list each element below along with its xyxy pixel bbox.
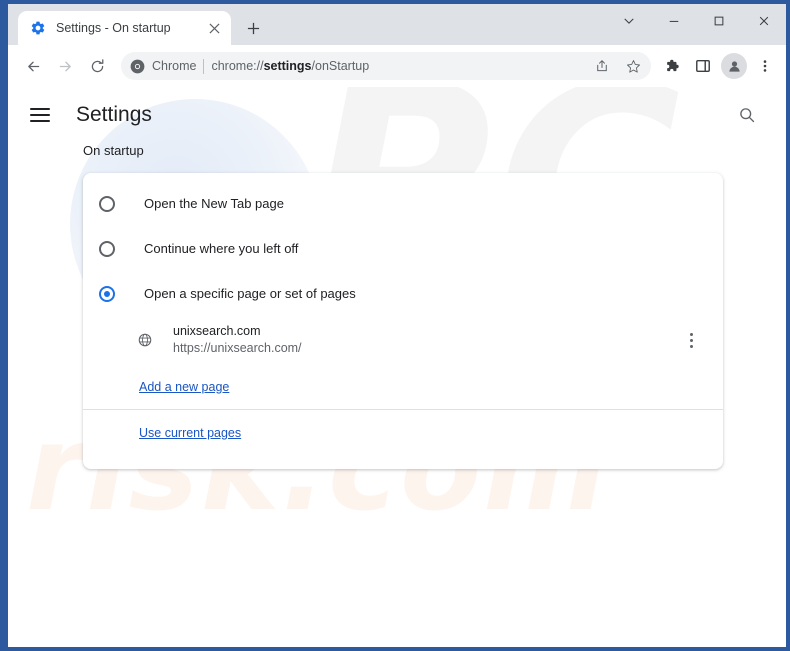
chrome-logo-icon [130,59,145,73]
startup-page-text: unixsearch.com https://unixsearch.com/ [173,323,681,357]
side-panel-button[interactable] [689,52,717,80]
startup-option-new-tab[interactable]: Open the New Tab page [83,181,723,226]
settings-search-button[interactable] [734,102,760,128]
use-current-pages-link[interactable]: Use current pages [139,426,241,440]
settings-header: Settings [8,87,786,143]
gear-icon [31,21,45,35]
side-panel-icon [696,59,710,73]
bookmark-button[interactable] [621,54,645,78]
url-highlight: settings [263,59,312,73]
use-current-pages-row[interactable]: Use current pages [83,410,723,455]
extensions-button[interactable] [659,52,687,80]
star-icon [626,59,640,73]
search-icon [740,108,755,123]
kebab-menu-icon [763,60,767,72]
tab-title: Settings - On startup [56,21,171,35]
back-button[interactable] [18,51,48,81]
add-new-page-link[interactable]: Add a new page [139,380,229,394]
omnibox-chrome-label: Chrome [152,59,197,73]
startup-option-specific-pages[interactable]: Open a specific page or set of pages [83,271,723,316]
startup-page-name: unixsearch.com [173,324,261,338]
omnibox-url: chrome://settings/onStartup [211,59,583,73]
chevron-down-icon [623,18,634,24]
close-icon [759,16,768,26]
startup-option-label: Open a specific page or set of pages [144,286,356,301]
profile-avatar[interactable] [721,53,747,79]
plus-icon [247,22,259,34]
url-prefix: chrome:// [211,59,264,73]
radio-button[interactable] [99,195,115,212]
arrow-right-icon [59,61,71,71]
browser-tab-settings[interactable]: Settings - On startup [18,11,231,45]
settings-content: On startup Open the New Tab page Continu… [8,143,786,469]
maximize-icon [714,16,723,26]
radio-button-selected[interactable] [99,285,115,302]
omnibox-separator [203,58,205,74]
forward-button[interactable] [50,51,80,81]
browser-window-content: Settings - On startup Chrome chrome://se… [8,4,786,647]
minimize-button[interactable] [651,4,696,38]
maximize-button[interactable] [696,4,741,38]
startup-option-label: Open the New Tab page [144,196,284,211]
share-button[interactable] [590,54,614,78]
startup-page-menu-button[interactable] [681,330,701,350]
startup-option-label: Continue where you left off [144,241,299,256]
browser-window: Settings - On startup Chrome chrome://se… [0,0,790,651]
tab-close-icon[interactable] [205,19,223,37]
new-tab-button[interactable] [239,14,267,42]
radio-button[interactable] [99,240,115,257]
card-bottom-padding [83,455,723,469]
reload-button[interactable] [82,51,112,81]
on-startup-card: Open the New Tab page Continue where you… [83,173,723,469]
person-icon [728,60,740,72]
close-window-button[interactable] [741,4,786,38]
section-label-on-startup: On startup [83,143,144,158]
startup-page-url: https://unixsearch.com/ [173,341,302,355]
tab-search-button[interactable] [606,4,651,38]
window-controls [606,4,786,38]
page-title: Settings [76,103,152,126]
arrow-left-icon [27,61,39,71]
close-icon [208,22,220,34]
add-new-page-row[interactable]: Add a new page [83,364,723,409]
share-icon [597,60,607,72]
startup-page-row: unixsearch.com https://unixsearch.com/ [83,316,723,364]
globe-icon [138,333,152,347]
title-bar: Settings - On startup [8,4,786,45]
chrome-menu-button[interactable] [751,52,779,80]
puzzle-icon [666,59,679,71]
reload-icon [91,58,103,72]
startup-option-continue[interactable]: Continue where you left off [83,226,723,271]
settings-page: PC risk.com Settings On startup Open the… [8,87,786,647]
browser-toolbar: Chrome chrome://settings/onStartup [8,45,786,87]
url-suffix: /onStartup [311,59,370,73]
minimize-icon [669,20,678,22]
address-bar[interactable]: Chrome chrome://settings/onStartup [121,52,651,80]
hamburger-icon[interactable] [30,103,54,127]
